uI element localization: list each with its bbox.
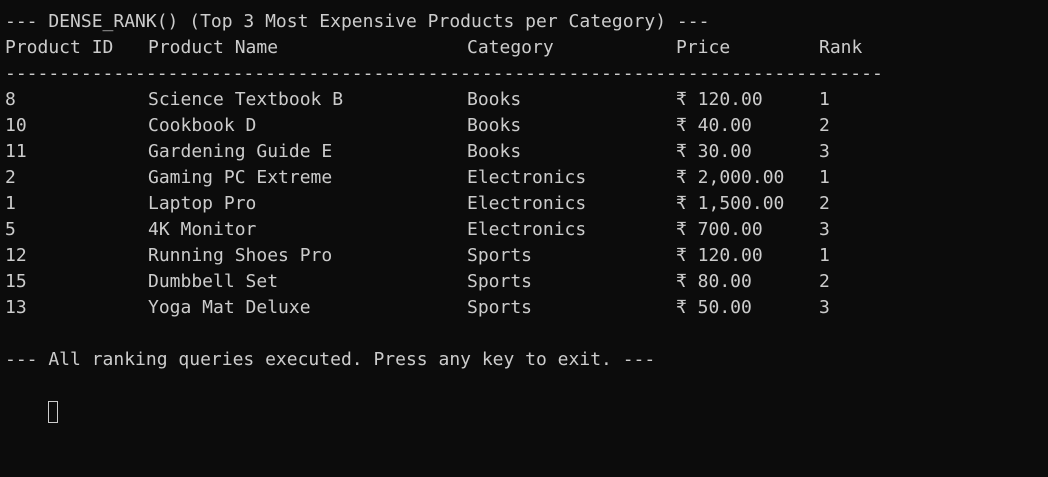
cell-name: Yoga Mat Deluxe xyxy=(148,297,311,318)
cell-category: Sports xyxy=(467,297,533,318)
cell-price: ₹ 120.00 xyxy=(676,89,763,110)
cell-category: Electronics xyxy=(467,167,587,188)
cell-id: 1 xyxy=(5,193,16,214)
cell-rank: 2 xyxy=(819,115,830,136)
cell-name: Laptop Pro xyxy=(148,193,257,214)
column-header-price: Price xyxy=(676,37,731,58)
cell-price: ₹ 2,000.00 xyxy=(676,167,785,188)
table-row: 15 Dumbbell Set Sports ₹ 80.00 2 xyxy=(5,269,1048,295)
terminal-window[interactable]: --- DENSE_RANK() (Top 3 Most Expensive P… xyxy=(0,0,1048,433)
cell-rank: 1 xyxy=(819,167,830,188)
cell-name: Dumbbell Set xyxy=(148,271,279,292)
cell-id: 15 xyxy=(5,271,27,292)
cell-id: 12 xyxy=(5,245,27,266)
cell-id: 5 xyxy=(5,219,16,240)
cell-name: Science Textbook B xyxy=(148,89,344,110)
cell-id: 11 xyxy=(5,141,27,162)
table-row: 12 Running Shoes Pro Sports ₹ 120.00 1 xyxy=(5,243,1048,269)
cell-category: Electronics xyxy=(467,219,587,240)
cell-name: Running Shoes Pro xyxy=(148,245,333,266)
cell-category: Books xyxy=(467,115,522,136)
cell-name: Gardening Guide E xyxy=(148,141,333,162)
cell-price: ₹ 1,500.00 xyxy=(676,193,785,214)
table-row: 5 4K Monitor Electronics ₹ 700.00 3 xyxy=(5,217,1048,243)
cell-id: 13 xyxy=(5,297,27,318)
cell-category: Books xyxy=(467,89,522,110)
cell-id: 2 xyxy=(5,167,16,188)
column-header-name: Product Name xyxy=(148,37,279,58)
column-header-row: Product ID Product Name Category Price R… xyxy=(5,35,1048,61)
table-row: 13 Yoga Mat Deluxe Sports ₹ 50.00 3 xyxy=(5,295,1048,321)
cell-rank: 1 xyxy=(819,89,830,110)
cell-price: ₹ 50.00 xyxy=(676,297,752,318)
cell-category: Books xyxy=(467,141,522,162)
cell-id: 8 xyxy=(5,89,16,110)
cell-price: ₹ 40.00 xyxy=(676,115,752,136)
prompt-line[interactable] xyxy=(5,373,1048,423)
cell-category: Sports xyxy=(467,245,533,266)
footer-line: --- All ranking queries executed. Press … xyxy=(5,349,656,370)
table-row: 8 Science Textbook B Books ₹ 120.00 1 xyxy=(5,87,1048,113)
header-line: --- DENSE_RANK() (Top 3 Most Expensive P… xyxy=(5,11,710,32)
cell-name: 4K Monitor xyxy=(148,219,257,240)
table-row: 10 Cookbook D Books ₹ 40.00 2 xyxy=(5,113,1048,139)
table-row: 1 Laptop Pro Electronics ₹ 1,500.00 2 xyxy=(5,191,1048,217)
cell-name: Cookbook D xyxy=(148,115,257,136)
cell-category: Sports xyxy=(467,271,533,292)
cell-price: ₹ 30.00 xyxy=(676,141,752,162)
separator-line: ----------------------------------------… xyxy=(5,63,883,84)
column-header-id: Product ID xyxy=(5,37,114,58)
cell-name: Gaming PC Extreme xyxy=(148,167,333,188)
cell-rank: 2 xyxy=(819,193,830,214)
text-cursor[interactable] xyxy=(48,401,59,423)
cell-rank: 3 xyxy=(819,297,830,318)
cell-rank: 3 xyxy=(819,141,830,162)
column-header-category: Category xyxy=(467,37,554,58)
cell-rank: 2 xyxy=(819,271,830,292)
table-row: 11 Gardening Guide E Books ₹ 30.00 3 xyxy=(5,139,1048,165)
cell-price: ₹ 120.00 xyxy=(676,245,763,266)
cell-rank: 3 xyxy=(819,219,830,240)
table-row: 2 Gaming PC Extreme Electronics ₹ 2,000.… xyxy=(5,165,1048,191)
column-header-rank: Rank xyxy=(819,37,863,58)
cell-rank: 1 xyxy=(819,245,830,266)
cell-price: ₹ 700.00 xyxy=(676,219,763,240)
cell-category: Electronics xyxy=(467,193,587,214)
cell-price: ₹ 80.00 xyxy=(676,271,752,292)
cell-id: 10 xyxy=(5,115,27,136)
